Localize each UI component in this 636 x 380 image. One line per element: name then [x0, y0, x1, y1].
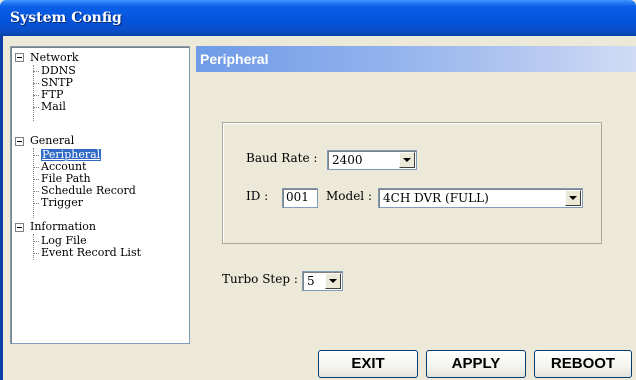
- general-collapse-icon[interactable]: [15, 137, 24, 146]
- id-label: ID :: [246, 189, 269, 203]
- baud-rate-label: Baud Rate :: [246, 151, 318, 165]
- config-tree[interactable]: Network DDNS SNTP FTP Mail General Perip…: [10, 46, 190, 344]
- turbo-step-select[interactable]: 5: [302, 271, 343, 291]
- model-label: Model :: [326, 189, 372, 203]
- tree-node-network[interactable]: Network: [30, 52, 79, 64]
- tree-item-mail[interactable]: Mail: [41, 101, 66, 113]
- chevron-down-icon[interactable]: [399, 152, 415, 168]
- baud-rate-value: 2400: [332, 153, 363, 167]
- tree-node-information[interactable]: Information: [30, 221, 96, 233]
- network-collapse-icon[interactable]: [15, 53, 24, 62]
- chevron-down-icon[interactable]: [565, 190, 581, 206]
- window-titlebar: System Config: [0, 0, 636, 36]
- model-select[interactable]: 4CH DVR (FULL): [378, 188, 583, 208]
- reboot-button[interactable]: REBOOT: [534, 350, 632, 378]
- tree-item-trigger[interactable]: Trigger: [41, 197, 83, 209]
- peripheral-groupbox: [222, 122, 602, 244]
- turbo-step-value: 5: [307, 274, 315, 288]
- model-value: 4CH DVR (FULL): [383, 191, 489, 205]
- turbo-step-label: Turbo Step :: [222, 272, 298, 286]
- apply-button[interactable]: APPLY: [426, 350, 526, 378]
- exit-button[interactable]: EXIT: [318, 350, 418, 378]
- baud-rate-select[interactable]: 2400: [327, 150, 417, 170]
- chevron-down-icon[interactable]: [325, 273, 341, 289]
- tree-node-general[interactable]: General: [30, 135, 74, 147]
- information-collapse-icon[interactable]: [15, 223, 24, 232]
- panel-header: Peripheral: [196, 46, 636, 72]
- window-title: System Config: [10, 10, 122, 26]
- panel-title: Peripheral: [200, 51, 269, 67]
- tree-item-event-record-list[interactable]: Event Record List: [41, 247, 141, 259]
- id-field[interactable]: 001: [282, 188, 318, 208]
